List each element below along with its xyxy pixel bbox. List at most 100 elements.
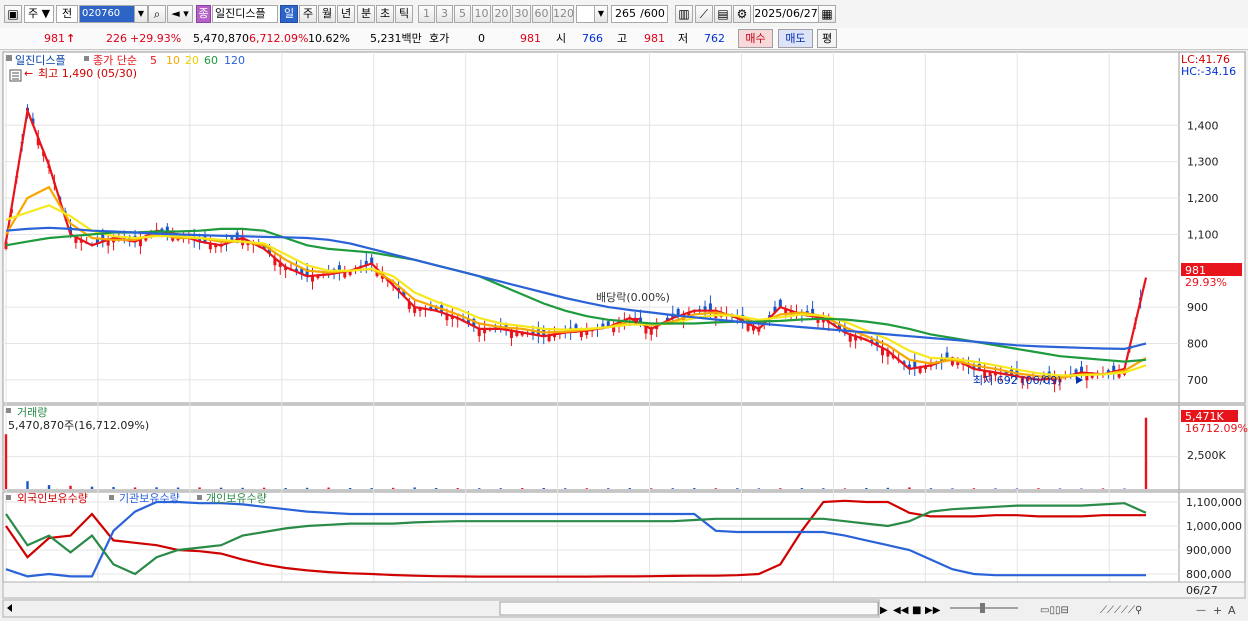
volume-bar — [607, 488, 610, 489]
minute-5-button[interactable]: 5 — [454, 5, 471, 23]
date-input[interactable]: 2025/06/27 — [753, 5, 819, 23]
volume-bar — [284, 487, 287, 489]
legend-individual[interactable]: 개인보유수량 — [206, 492, 267, 505]
volume-bar — [994, 488, 997, 489]
volume-bar — [1037, 488, 1040, 489]
sell-button[interactable]: 매도 — [778, 29, 813, 48]
volume-bar — [929, 488, 933, 489]
volume-bar — [26, 481, 29, 489]
stock-code-input[interactable]: 020760 — [79, 5, 135, 23]
open-value: 766 — [582, 32, 603, 45]
prev-type-button[interactable]: 전 — [56, 5, 78, 23]
volume-bar — [1101, 488, 1105, 489]
interval-month-button[interactable]: 월 — [318, 5, 336, 23]
zoom-slider-handle[interactable] — [980, 603, 985, 613]
minute-10-button[interactable]: 10 — [472, 5, 491, 23]
buy-button[interactable]: 매수 — [738, 29, 773, 48]
volume-title[interactable]: 거래량 — [17, 406, 47, 419]
volume-bar — [800, 488, 804, 489]
quote-bar: 981 ↑ 226 +29.93% 5,470,870 6,712.09% 10… — [0, 28, 1248, 50]
minute-120-button[interactable]: 120 — [552, 5, 574, 23]
volume-box-pct: 16712.09% — [1185, 422, 1248, 435]
volume-bar — [1015, 488, 1019, 489]
scroll-right-icon[interactable]: ▶ — [880, 605, 888, 616]
zoom-in-icon[interactable]: + — [1213, 604, 1222, 617]
count-input[interactable]: 265 — [611, 5, 639, 23]
volume-bar — [951, 488, 954, 489]
last-date-label: 06/27 — [1186, 584, 1218, 597]
speaker-icon[interactable]: ◄ ▾ — [167, 5, 193, 23]
gear-icon[interactable]: ⚙ — [733, 5, 751, 23]
legend-institution[interactable]: 기관보유수량 — [119, 492, 180, 505]
stock-name-field[interactable]: 일진디스플 — [212, 5, 278, 23]
volume-bar — [155, 487, 158, 489]
save-icon[interactable]: ▤ — [714, 5, 732, 23]
interval-day-button[interactable]: 일 — [280, 5, 298, 23]
up-arrow-icon: ↑ — [66, 32, 76, 45]
legend-ma-20[interactable]: 20 — [185, 54, 199, 67]
high-label: 고 — [617, 32, 628, 45]
fast-forward-icon[interactable]: ▶▶ — [925, 605, 941, 616]
volume-bar — [542, 487, 545, 489]
volume-tick-label: 2,500K — [1187, 449, 1226, 462]
legend-stock-name[interactable]: 일진디스플 — [15, 53, 66, 67]
legend-ma-10[interactable]: 10 — [166, 54, 180, 67]
last-pct-label: 29.93% — [1185, 276, 1227, 289]
volume-bar — [90, 486, 94, 489]
legend-square-icon — [197, 495, 202, 500]
count-max-label: /600 — [638, 5, 668, 23]
calendar-icon[interactable]: ▦ — [818, 5, 836, 23]
drawing-tool-icons[interactable]: ⟋⟋⟋⟋⟋⚲ — [1100, 605, 1142, 616]
volume-bar — [434, 487, 438, 489]
panel-layout-icons[interactable]: ▭▯▯⊟ — [1040, 605, 1069, 616]
legend-series-type[interactable]: 종가 단순 — [93, 54, 137, 67]
minute-3-button[interactable]: 3 — [436, 5, 453, 23]
draw-line-icon[interactable]: ⟋ — [695, 5, 713, 23]
minute-20-button[interactable]: 20 — [492, 5, 511, 23]
volume-bar — [972, 488, 976, 489]
font-size-icon[interactable]: A — [1228, 604, 1236, 617]
volume-bar — [198, 487, 201, 489]
legend-ma-60[interactable]: 60 — [204, 54, 218, 67]
minute-30-button[interactable]: 30 — [512, 5, 531, 23]
volume-value: 5,470,870 — [193, 32, 249, 45]
rewind-icon[interactable]: ◀◀ — [893, 605, 909, 616]
legend-foreign[interactable]: 외국인보유수량 — [17, 492, 88, 505]
volume-bar — [757, 488, 761, 489]
volume-bar — [521, 488, 524, 489]
volume-bar — [69, 485, 72, 489]
interval-minute-button[interactable]: 분 — [357, 5, 375, 23]
interval-tick-button[interactable]: 틱 — [395, 5, 413, 23]
interval-second-button[interactable]: 초 — [376, 5, 394, 23]
stop-icon[interactable]: ■ — [912, 605, 921, 616]
volume-bar — [305, 487, 309, 489]
chart-area[interactable]: 1,4001,3001,2001,1001,000900800700 1,100… — [0, 50, 1248, 621]
hc-label: HC:-34.16 — [1181, 65, 1236, 78]
minute-1-button[interactable]: 1 — [418, 5, 435, 23]
period-type-select[interactable]: 주 ▼ — [24, 5, 54, 23]
code-dropdown-button[interactable]: ▼ — [134, 5, 148, 23]
price-panel[interactable] — [2, 51, 1180, 404]
legend-ma-120[interactable]: 120 — [224, 54, 245, 67]
legend-square-icon — [84, 56, 89, 61]
volume-panel[interactable] — [2, 404, 1180, 491]
custom-interval-dropdown[interactable]: ▼ — [594, 5, 608, 23]
price-tick-label: 1,400 — [1187, 119, 1219, 132]
volume-bar — [499, 488, 502, 489]
scroll-thumb[interactable] — [499, 601, 879, 616]
interval-year-button[interactable]: 년 — [337, 5, 355, 23]
legend-ma-5[interactable]: 5 — [150, 54, 157, 67]
volume-bar — [4, 434, 8, 489]
zoom-out-icon[interactable]: — — [1196, 605, 1206, 616]
ask-value: 981 — [520, 32, 541, 45]
window-layout-icon[interactable]: ▣ — [4, 5, 22, 23]
search-icon[interactable]: ⌕ — [148, 5, 166, 23]
high-value: 981 — [644, 32, 665, 45]
interval-week-button[interactable]: 주 — [299, 5, 317, 23]
average-button[interactable]: 평 — [817, 29, 837, 48]
candle-type-icon[interactable]: ▥ — [675, 5, 693, 23]
stock-type-tag: 종 — [196, 5, 211, 23]
volume-bar — [1123, 488, 1126, 489]
minute-60-button[interactable]: 60 — [532, 5, 551, 23]
price-tick-label: 900 — [1187, 301, 1208, 314]
